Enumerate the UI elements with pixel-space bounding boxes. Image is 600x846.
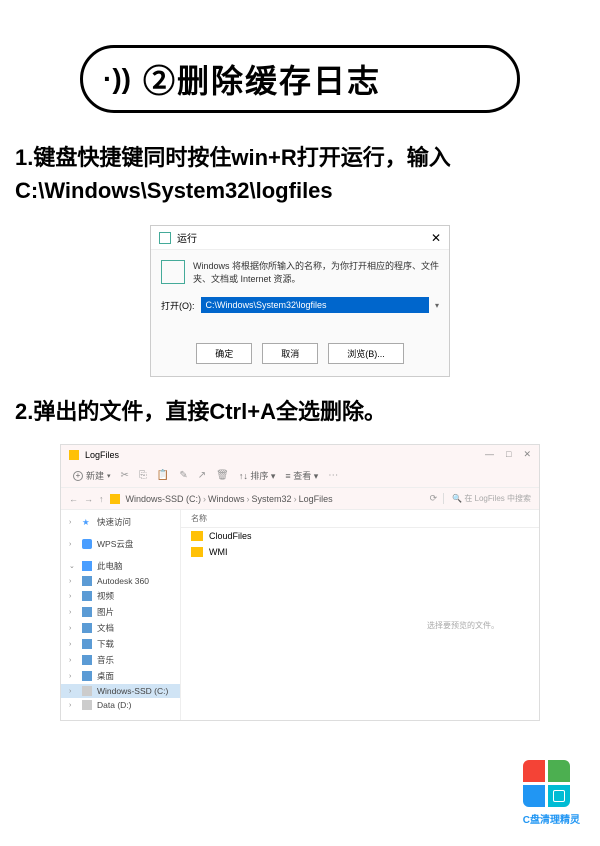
- header-title: ②删除缓存日志: [143, 56, 381, 102]
- search-input[interactable]: 🔍 在 LogFiles 中搜索: [443, 493, 531, 504]
- cut-icon[interactable]: ✂: [121, 470, 129, 481]
- folder-item[interactable]: CloudFiles: [181, 528, 539, 544]
- folder-icon: [69, 450, 79, 460]
- close-button[interactable]: ✕: [431, 231, 441, 245]
- sidebar-item[interactable]: ›音乐: [61, 652, 180, 668]
- logo-text: C盘清理精灵: [523, 811, 580, 826]
- run-input[interactable]: C:\Windows\System32\logfiles: [201, 297, 429, 313]
- view-button[interactable]: ≡ 查看 ▾: [285, 469, 318, 482]
- sidebar-item[interactable]: ›下载: [61, 636, 180, 652]
- logo-tile-red: [523, 760, 545, 782]
- dropdown-icon[interactable]: ▾: [435, 301, 439, 310]
- app-logo: C盘清理精灵: [523, 760, 580, 826]
- explorer-title: LogFiles: [85, 450, 119, 460]
- sidebar-item[interactable]: ›Data (D:): [61, 698, 180, 712]
- explorer-toolbar: +新建▾ ✂ ⎘ 📋 ✎ ↗ 🗑 ↑↓ 排序 ▾ ≡ 查看 ▾ ⋯: [61, 464, 539, 488]
- explorer-titlebar: LogFiles — □ ✕: [61, 445, 539, 464]
- sidebar-pc[interactable]: ⌄此电脑: [61, 558, 180, 574]
- run-dialog: 运行 ✕ Windows 将根据你所输入的名称，为你打开相应的程序、文件夹、文档…: [150, 225, 450, 377]
- breadcrumb: ← → ↑ Windows-SSD (C:)›Windows›System32›…: [61, 488, 539, 510]
- run-app-icon: [161, 260, 185, 284]
- folder-item[interactable]: WMI: [181, 544, 539, 560]
- minimize-button[interactable]: —: [485, 449, 494, 460]
- logo-tile-teal: [548, 785, 570, 807]
- run-dialog-title: 运行: [177, 230, 197, 245]
- sidebar-item[interactable]: ›桌面: [61, 668, 180, 684]
- logo-tile-blue: [523, 785, 545, 807]
- new-button[interactable]: +新建▾: [73, 469, 111, 482]
- browse-button[interactable]: 浏览(B)...: [328, 343, 404, 364]
- rename-icon[interactable]: ✎: [179, 470, 187, 481]
- run-icon: [159, 232, 171, 244]
- copy-icon[interactable]: ⎘: [139, 470, 147, 481]
- ok-button[interactable]: 确定: [196, 343, 252, 364]
- sidebar-item[interactable]: ›文档: [61, 620, 180, 636]
- maximize-button[interactable]: □: [506, 449, 511, 460]
- run-dialog-titlebar: 运行 ✕: [151, 226, 449, 250]
- sidebar-item-selected[interactable]: ›Windows-SSD (C:): [61, 684, 180, 698]
- step2-text: 2.弹出的文件，直接Ctrl+A全选删除。: [0, 387, 600, 436]
- share-icon[interactable]: ↗: [198, 470, 206, 481]
- refresh-icon[interactable]: ⟳: [430, 493, 438, 504]
- sound-icon: ·)): [103, 63, 131, 95]
- sidebar-item[interactable]: ›图片: [61, 604, 180, 620]
- folder-icon: [191, 531, 203, 541]
- explorer-content: 名称 CloudFiles WMI 选择要预览的文件。: [181, 510, 539, 720]
- step1-text: 1.键盘快捷键同时按住win+R打开运行，输入C:\Windows\System…: [0, 133, 600, 215]
- folder-icon: [191, 547, 203, 557]
- sidebar-item[interactable]: ›Autodesk 360: [61, 574, 180, 588]
- up-button[interactable]: ↑: [99, 494, 104, 504]
- back-button[interactable]: ←: [69, 494, 78, 504]
- sort-button[interactable]: ↑↓ 排序 ▾: [239, 469, 276, 482]
- header-badge: ·)) ②删除缓存日志: [80, 45, 520, 113]
- sidebar-wps[interactable]: ›WPS云盘: [61, 536, 180, 552]
- open-label: 打开(O):: [161, 299, 195, 312]
- sidebar-item[interactable]: ›视频: [61, 588, 180, 604]
- more-icon[interactable]: ⋯: [328, 470, 338, 481]
- logo-tile-green: [548, 760, 570, 782]
- close-button[interactable]: ✕: [523, 449, 531, 460]
- delete-icon[interactable]: 🗑: [216, 470, 229, 481]
- explorer-sidebar: ›★快速访问 ›WPS云盘 ⌄此电脑 ›Autodesk 360 ›视频 ›图片…: [61, 510, 181, 720]
- file-explorer: LogFiles — □ ✕ +新建▾ ✂ ⎘ 📋 ✎ ↗ 🗑 ↑↓ 排序 ▾ …: [60, 444, 540, 721]
- cancel-button[interactable]: 取消: [262, 343, 318, 364]
- breadcrumb-path[interactable]: Windows-SSD (C:)›Windows›System32›LogFil…: [126, 494, 424, 504]
- forward-button[interactable]: →: [84, 494, 93, 504]
- preview-empty-msg: 选择要预览的文件。: [427, 620, 499, 631]
- folder-icon: [110, 494, 120, 504]
- trash-icon: [553, 790, 565, 802]
- sidebar-quick-access[interactable]: ›★快速访问: [61, 514, 180, 530]
- paste-icon[interactable]: 📋: [157, 470, 169, 481]
- column-header[interactable]: 名称: [181, 510, 539, 528]
- run-description: Windows 将根据你所输入的名称，为你打开相应的程序、文件夹、文档或 Int…: [193, 260, 439, 285]
